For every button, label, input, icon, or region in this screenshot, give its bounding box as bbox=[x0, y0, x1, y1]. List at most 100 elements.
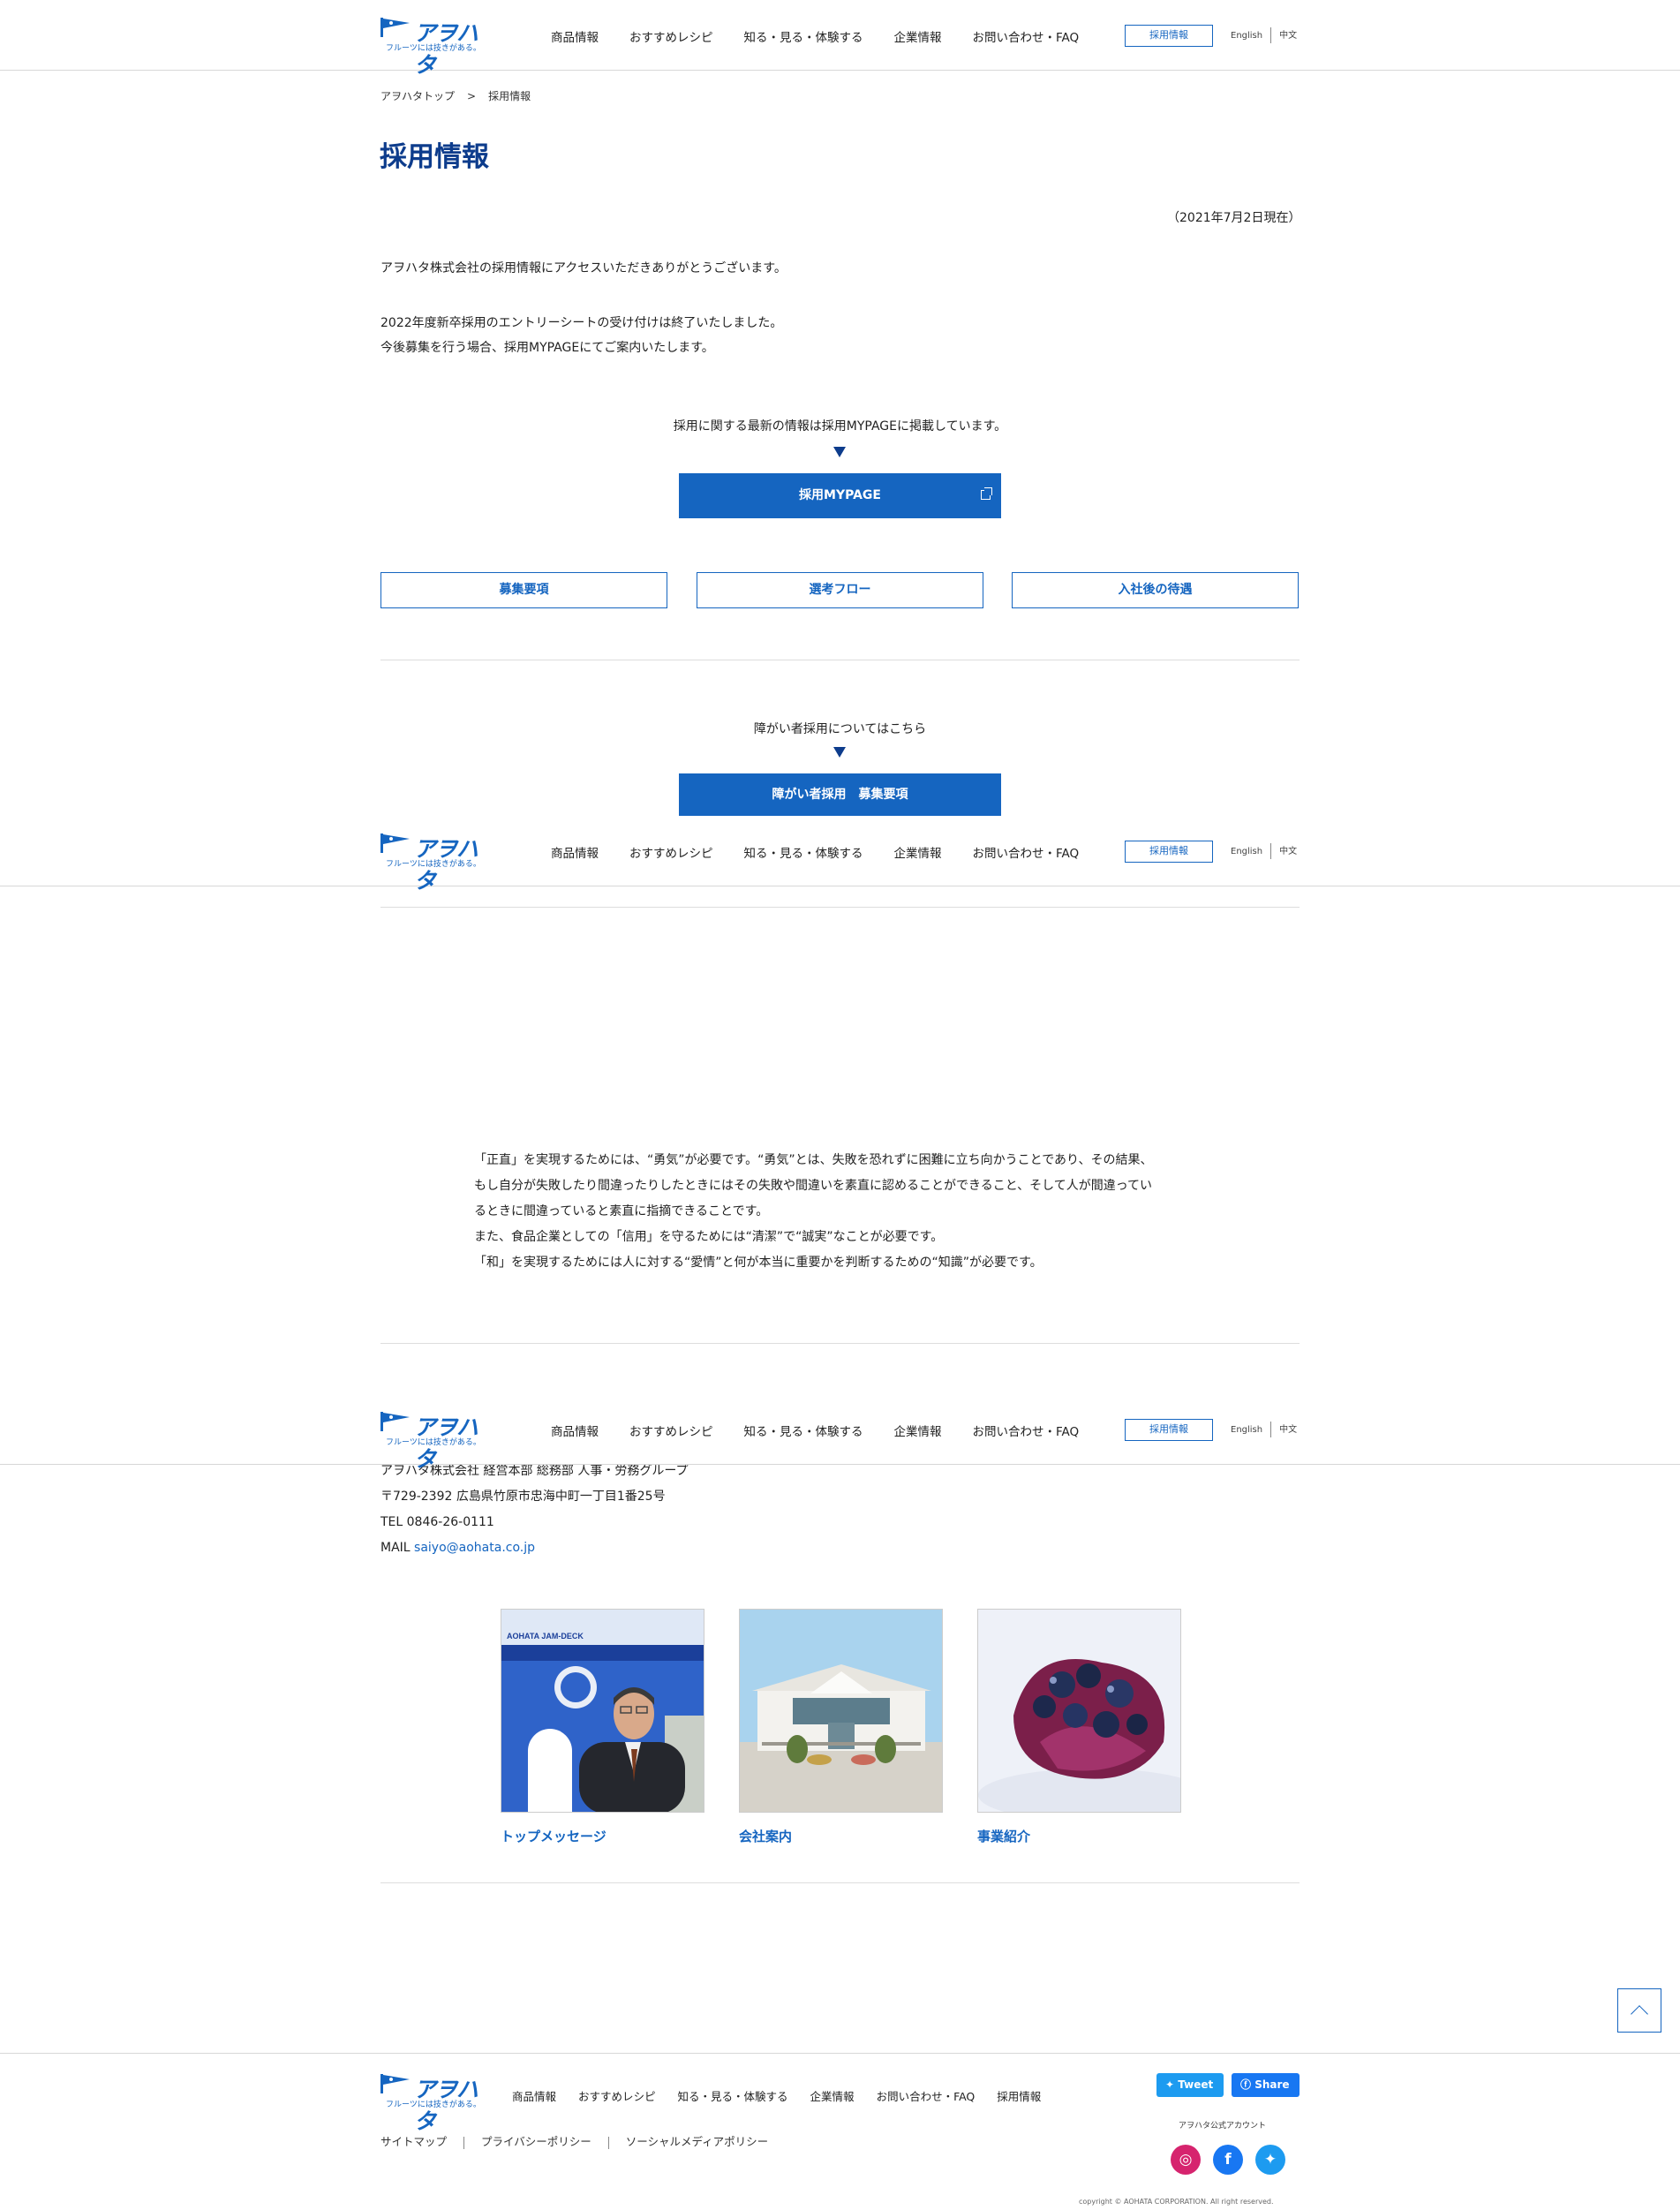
nav-contact[interactable]: お問い合わせ・FAQ bbox=[973, 27, 1080, 45]
social-policy-link[interactable]: ソーシャルメディアポリシー bbox=[626, 2135, 768, 2148]
nav-experience[interactable]: 知る・見る・体験する bbox=[744, 843, 863, 861]
nav-contact[interactable]: お問い合わせ・FAQ bbox=[973, 843, 1080, 861]
twitter-bird-icon: ✦ bbox=[1165, 2078, 1175, 2091]
footer-logo[interactable]: アヲハタ フルーツには技きがある。 bbox=[380, 2072, 483, 2134]
card-business[interactable]: 事業紹介 bbox=[977, 1609, 1181, 1845]
sitemap-link[interactable]: サイトマップ bbox=[380, 2135, 447, 2148]
external-link-icon bbox=[981, 487, 992, 500]
twitter-icon[interactable]: ✦ bbox=[1255, 2145, 1285, 2175]
breadcrumb-top[interactable]: アヲハタトップ bbox=[380, 90, 455, 102]
mail-link[interactable]: saiyo@aohata.co.jp bbox=[414, 1541, 535, 1555]
nav-products[interactable]: 商品情報 bbox=[551, 27, 599, 45]
aohata-logo[interactable]: アヲハタ フルーツには技きがある。 bbox=[380, 832, 483, 894]
card-label[interactable]: トップメッセージ bbox=[501, 1827, 704, 1845]
selection-flow-button[interactable]: 選考フロー bbox=[697, 572, 983, 608]
requirements-button[interactable]: 募集要項 bbox=[380, 572, 667, 608]
disability-requirements-button[interactable]: 障がい者採用 募集要項 bbox=[679, 773, 1001, 816]
card-top-message[interactable]: AOHATA JAM-DECK トップメッセージ bbox=[501, 1609, 704, 1845]
lang-chinese[interactable]: 中文 bbox=[1279, 847, 1297, 856]
share-label: Share bbox=[1254, 2078, 1290, 2091]
card-label[interactable]: 会社案内 bbox=[739, 1827, 943, 1845]
breadcrumb-current: 採用情報 bbox=[488, 90, 531, 102]
language-switch: English 中文 bbox=[1231, 843, 1297, 859]
lang-english[interactable]: English bbox=[1231, 31, 1262, 41]
sticky-header: アヲハタ フルーツには技きがある。 商品情報 おすすめレシピ 知る・見る・体験す… bbox=[0, 816, 1680, 894]
divider bbox=[380, 907, 1300, 908]
lang-english[interactable]: English bbox=[1231, 847, 1262, 856]
instagram-icon[interactable]: ◎ bbox=[1171, 2145, 1201, 2175]
flag-icon bbox=[380, 2074, 410, 2093]
mypage-note: 採用に関する最新の情報は採用MYPAGEに掲載しています。 bbox=[673, 419, 1007, 434]
divider bbox=[1270, 843, 1272, 859]
sticky-header: アヲハタ フルーツには技きがある。 商品情報 おすすめレシピ 知る・見る・体験す… bbox=[0, 1394, 1680, 1472]
nav-company[interactable]: 企業情報 bbox=[894, 843, 942, 861]
lang-chinese[interactable]: 中文 bbox=[1279, 31, 1297, 41]
mission-line: もし自分が失敗したり間違ったりしたときにはその失敗や間違いを素直に認めることがで… bbox=[474, 1179, 1153, 1193]
footer-nav-item[interactable]: 企業情報 bbox=[810, 2087, 855, 2104]
building-photo-icon bbox=[740, 1610, 942, 1812]
card-label[interactable]: 事業紹介 bbox=[977, 1827, 1181, 1845]
arrow-down-icon bbox=[833, 447, 846, 457]
mission-line: 「和」を実現するためには人に対する“愛情”と何が本当に重要かを判断するための“知… bbox=[474, 1256, 1043, 1270]
logo-tagline: フルーツには技きがある。 bbox=[386, 1438, 481, 1447]
benefits-button[interactable]: 入社後の待遇 bbox=[1012, 572, 1299, 608]
facebook-icon: ⓕ bbox=[1240, 2078, 1252, 2091]
sign-text: AOHATA JAM-DECK bbox=[507, 1632, 584, 1641]
lang-english[interactable]: English bbox=[1231, 1425, 1262, 1435]
mission-text: 「正直」を実現するためには、“勇気”が必要です。“勇気”とは、失敗を恐れずに困難… bbox=[474, 1148, 1153, 1276]
recruit-button[interactable]: 採用情報 bbox=[1125, 841, 1213, 863]
aohata-logo[interactable]: アヲハタ フルーツには技きがある。 bbox=[380, 1410, 483, 1472]
divider bbox=[1270, 1422, 1272, 1437]
mission-line: また、食品企業としての「信用」を守るためには“清潔”で“誠実”なことが必要です。 bbox=[474, 1230, 944, 1244]
global-nav: 商品情報 おすすめレシピ 知る・見る・体験する 企業情報 お問い合わせ・FAQ bbox=[551, 1422, 1110, 1439]
page-top-button[interactable] bbox=[1617, 1988, 1661, 2033]
blueberry-photo-icon bbox=[978, 1610, 1180, 1812]
recruit-button[interactable]: 採用情報 bbox=[1125, 25, 1213, 47]
footer-nav-item[interactable]: 知る・見る・体験する bbox=[678, 2087, 788, 2104]
nav-contact[interactable]: お問い合わせ・FAQ bbox=[973, 1422, 1080, 1439]
nav-products[interactable]: 商品情報 bbox=[551, 1422, 599, 1439]
mypage-button[interactable]: 採用MYPAGE bbox=[679, 473, 1001, 518]
nav-company[interactable]: 企業情報 bbox=[894, 1422, 942, 1439]
nav-company[interactable]: 企業情報 bbox=[894, 27, 942, 45]
contact-tel: TEL 0846-26-0111 bbox=[380, 1515, 494, 1529]
company-photo bbox=[739, 1609, 943, 1813]
footer-nav-item[interactable]: 商品情報 bbox=[512, 2087, 556, 2104]
share-button[interactable]: ⓕ Share bbox=[1232, 2073, 1300, 2097]
contact-address: 〒729-2392 広島県竹原市忠海中町一丁目1番25号 bbox=[380, 1490, 666, 1504]
nav-experience[interactable]: 知る・見る・体験する bbox=[744, 27, 863, 45]
as-of-date: （2021年7月2日現在） bbox=[1167, 211, 1301, 225]
mypage-button-label: 採用MYPAGE bbox=[799, 488, 881, 502]
page-title: 採用情報 bbox=[380, 141, 489, 173]
intro-closed: 2022年度新卒採用のエントリーシートの受け付けは終了いたしました。 bbox=[380, 316, 783, 330]
official-accounts-label: アヲハタ公式アカウント bbox=[1179, 2122, 1267, 2131]
arrow-down-icon bbox=[833, 747, 846, 758]
card-company[interactable]: 会社案内 bbox=[739, 1609, 943, 1845]
intro-thanks: アヲハタ株式会社の採用情報にアクセスいただきありがとうございます。 bbox=[380, 261, 787, 275]
footer-nav-item[interactable]: おすすめレシピ bbox=[578, 2087, 656, 2104]
lang-chinese[interactable]: 中文 bbox=[1279, 1425, 1297, 1435]
global-nav: 商品情報 おすすめレシピ 知る・見る・体験する 企業情報 お問い合わせ・FAQ bbox=[551, 843, 1110, 861]
privacy-link[interactable]: プライバシーポリシー bbox=[481, 2135, 591, 2148]
tweet-button[interactable]: ✦ Tweet bbox=[1156, 2073, 1224, 2097]
divider bbox=[463, 2136, 465, 2149]
contact-info: アヲハタ株式会社 経営本部 総務部 人事・労務グループ 〒729-2392 広島… bbox=[380, 1459, 689, 1561]
mission-line: るときに間違っていると素直に指摘できることです。 bbox=[474, 1204, 769, 1218]
language-switch: English 中文 bbox=[1231, 1422, 1297, 1437]
aohata-logo[interactable]: アヲハタ フルーツには技きがある。 bbox=[380, 16, 483, 78]
contact-mail: MAIL saiyo@aohata.co.jp bbox=[380, 1535, 689, 1561]
nav-recipes[interactable]: おすすめレシピ bbox=[629, 843, 713, 861]
footer-nav-item[interactable]: 採用情報 bbox=[997, 2087, 1041, 2104]
divider bbox=[607, 2136, 609, 2149]
recruit-button[interactable]: 採用情報 bbox=[1125, 1419, 1213, 1441]
nav-experience[interactable]: 知る・見る・体験する bbox=[744, 1422, 863, 1439]
footer-sub-links: サイトマップ プライバシーポリシー ソーシャルメディアポリシー bbox=[380, 2132, 768, 2149]
footer-nav-item[interactable]: お問い合わせ・FAQ bbox=[877, 2087, 976, 2104]
site-footer bbox=[0, 2053, 1680, 2210]
facebook-icon[interactable]: f bbox=[1213, 2145, 1243, 2175]
nav-recipes[interactable]: おすすめレシピ bbox=[629, 27, 713, 45]
nav-recipes[interactable]: おすすめレシピ bbox=[629, 1422, 713, 1439]
logo-tagline: フルーツには技きがある。 bbox=[386, 860, 481, 869]
nav-products[interactable]: 商品情報 bbox=[551, 843, 599, 861]
site-header: アヲハタ フルーツには技きがある。 商品情報 おすすめレシピ 知る・見る・体験す… bbox=[0, 0, 1680, 78]
